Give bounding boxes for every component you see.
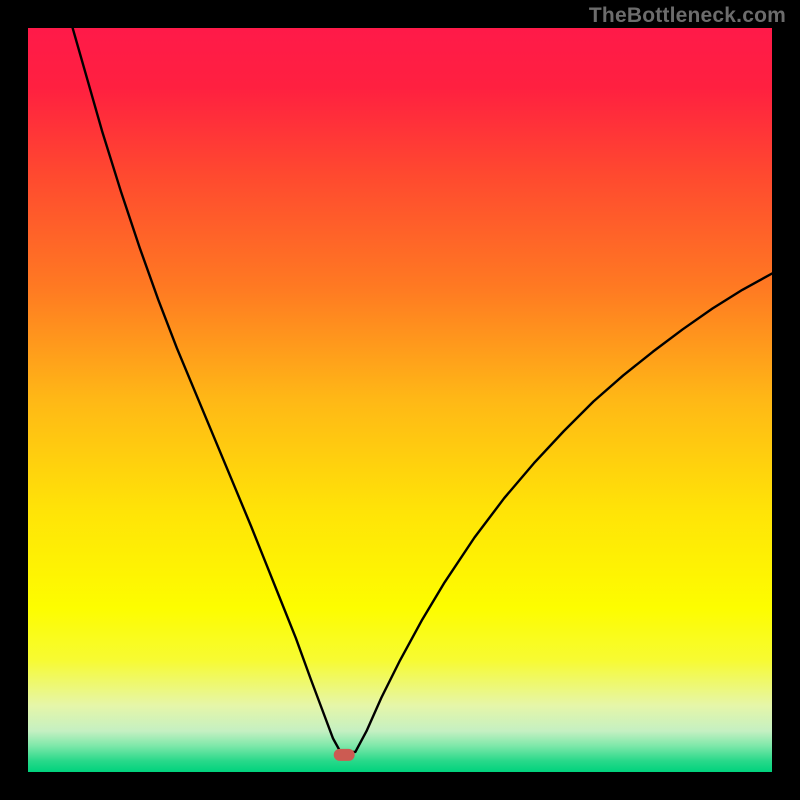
bottleneck-chart <box>28 28 772 772</box>
watermark-text: TheBottleneck.com <box>589 4 786 28</box>
optimum-marker <box>334 749 355 761</box>
outer-frame: TheBottleneck.com <box>0 0 800 800</box>
